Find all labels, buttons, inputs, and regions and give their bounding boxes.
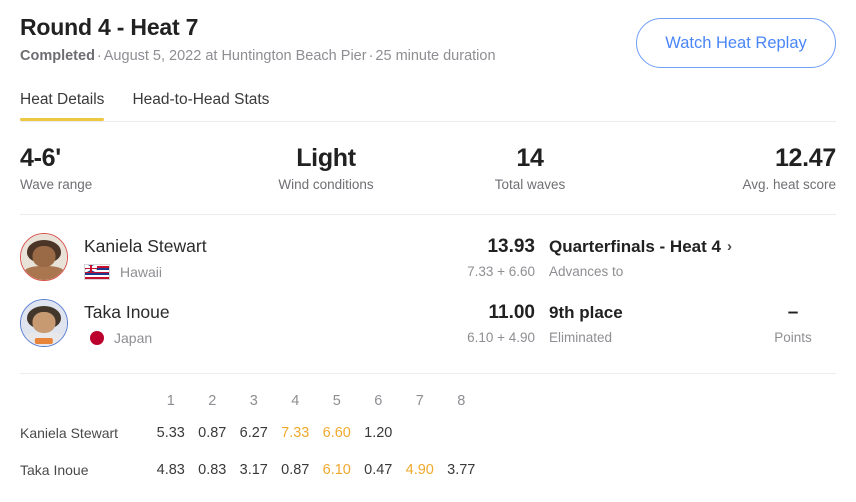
table-row: Taka Inoue 4.83 0.83 3.17 0.87 6.10 0.47… <box>20 451 836 488</box>
heat-total-column: 11.00 6.10 + 4.90 <box>425 301 535 346</box>
heat-score-breakdown: 7.33 + 6.60 <box>467 263 535 279</box>
stat-label: Avg. heat score <box>742 177 836 192</box>
wave-score-cell: 3.17 <box>239 461 268 478</box>
wave-score-cell: 0.47 <box>364 461 393 478</box>
stat-avg-heat-score: 12.47 Avg. heat score <box>632 143 836 192</box>
meta-separator-1: · <box>96 48 102 64</box>
avatar-body <box>24 266 64 280</box>
avatar-face <box>32 311 56 334</box>
athlete-name: Kaniela Stewart <box>84 235 207 256</box>
stat-value: 14 <box>516 144 544 172</box>
country-label: Hawaii <box>120 263 163 280</box>
wave-table-body: Kaniela Stewart 5.33 0.87 6.27 7.33 6.60… <box>20 414 836 488</box>
tab-heat-details[interactable]: Heat Details <box>20 91 105 121</box>
wave-score-cell: 7.33 <box>281 424 310 441</box>
placement-label: 9th place <box>549 302 623 322</box>
stat-label: Total waves <box>494 177 566 192</box>
next-round-link[interactable]: Quarterfinals - Heat 4 › <box>549 235 750 258</box>
japan-flag-icon <box>90 330 104 345</box>
tab-bar: Heat Details Head-to-Head Stats <box>20 91 836 121</box>
points-label: Points <box>774 329 812 345</box>
wave-column-header: 4 <box>291 393 300 409</box>
athlete-country: Hawaii <box>84 263 207 280</box>
wave-table-divider <box>20 373 836 374</box>
wave-score-cell: 1.20 <box>364 424 393 441</box>
tab-head-to-head-stats[interactable]: Head-to-Head Stats <box>132 91 269 121</box>
wave-score-cell: 4.83 <box>156 461 185 478</box>
athlete-score-block: 11.00 6.10 + 4.90 9th place Eliminated –… <box>425 290 836 356</box>
athlete-results-list: Kaniela Stewart Hawaii 13.93 7.33 + 6.60… <box>20 215 836 356</box>
chevron-right-icon: › <box>726 237 732 255</box>
stat-value: 4-6' <box>20 144 61 172</box>
stat-total-waves: 14 Total waves <box>428 143 632 192</box>
athlete-info: Taka Inoue Japan <box>84 301 170 346</box>
next-round-column[interactable]: Quarterfinals - Heat 4 › Advances to <box>535 235 750 280</box>
athlete-row[interactable]: Taka Inoue Japan 11.00 6.10 + 4.90 9th p… <box>20 290 836 356</box>
heat-duration: 25 minute duration <box>375 48 496 64</box>
avatar <box>20 299 68 347</box>
avatar-shirt <box>34 338 54 345</box>
heat-score-breakdown: 6.10 + 4.90 <box>467 329 535 345</box>
wave-score-cell: 4.90 <box>405 461 434 478</box>
next-round-label: Quarterfinals - Heat 4 <box>549 236 721 256</box>
placement-result: 9th place <box>549 301 750 324</box>
wave-score-cell: 0.87 <box>281 461 310 478</box>
wave-scores-table: 1 2 3 4 5 6 7 8 Kaniela Stewart 5.33 0.8… <box>20 388 836 488</box>
wave-column-header: 7 <box>415 393 424 409</box>
wave-column-header: 2 <box>208 393 217 409</box>
heat-total-score: 11.00 <box>488 301 536 323</box>
athlete-score-block: 13.93 7.33 + 6.60 Quarterfinals - Heat 4… <box>425 224 836 290</box>
stat-wave-range: 4-6' Wave range <box>20 143 224 192</box>
wave-column-header: 3 <box>249 393 258 409</box>
stat-wind-conditions: Light Wind conditions <box>224 143 428 192</box>
wave-score-cell: 3.77 <box>447 461 476 478</box>
next-round-column: 9th place Eliminated <box>535 301 750 346</box>
heat-stats-strip: 4-6' Wave range Light Wind conditions 14… <box>20 143 836 192</box>
athlete-country: Japan <box>84 330 170 346</box>
wave-row-athlete: Kaniela Stewart <box>20 424 119 441</box>
wave-row-athlete: Taka Inoue <box>20 461 89 478</box>
athlete-row[interactable]: Kaniela Stewart Hawaii 13.93 7.33 + 6.60… <box>20 224 836 290</box>
stat-label: Wind conditions <box>278 177 374 192</box>
wave-score-cell: 6.27 <box>239 424 268 441</box>
hawaii-flag-icon <box>84 263 110 280</box>
stat-label: Wave range <box>20 177 93 192</box>
points-column: – Points <box>750 301 836 346</box>
wave-score-cell: 6.60 <box>322 424 351 441</box>
wave-score-cell: 5.33 <box>156 424 185 441</box>
wave-column-header: 1 <box>166 393 175 409</box>
wave-score-cell: 6.10 <box>322 461 351 478</box>
page-header: Round 4 - Heat 7 Completed · August 5, 202… <box>20 0 836 68</box>
tab-bar-divider <box>20 121 836 122</box>
wave-score-cell: 0.87 <box>198 424 227 441</box>
stat-value: Light <box>296 144 356 172</box>
points-column <box>750 254 836 260</box>
avatar-face <box>32 245 56 268</box>
country-label: Japan <box>114 329 153 346</box>
watch-heat-replay-button[interactable]: Watch Heat Replay <box>636 18 836 68</box>
wave-table-header-row: 1 2 3 4 5 6 7 8 <box>20 388 836 414</box>
wave-column-header: 6 <box>374 393 383 409</box>
table-row: Kaniela Stewart 5.33 0.87 6.27 7.33 6.60… <box>20 414 836 451</box>
heat-detail-page: Round 4 - Heat 7 Completed · August 5, 202… <box>0 0 856 502</box>
avatar <box>20 233 68 281</box>
wave-column-header: 5 <box>332 393 341 409</box>
status-badge: Completed <box>20 48 95 64</box>
progression-status: Advances to <box>549 263 624 279</box>
athlete-info: Kaniela Stewart Hawaii <box>84 235 207 280</box>
progression-status: Eliminated <box>549 329 613 345</box>
union-jack-canton <box>85 264 97 272</box>
stat-value: 12.47 <box>774 144 836 172</box>
heat-datetime-location: August 5, 2022 at Huntington Beach Pier <box>103 48 367 64</box>
wave-score-cell: 0.83 <box>198 461 227 478</box>
points-value: – <box>787 301 799 323</box>
wave-column-header: 8 <box>457 393 466 409</box>
heat-total-column: 13.93 7.33 + 6.60 <box>425 235 535 280</box>
athlete-name: Taka Inoue <box>84 301 170 322</box>
heat-total-score: 13.93 <box>487 235 535 257</box>
